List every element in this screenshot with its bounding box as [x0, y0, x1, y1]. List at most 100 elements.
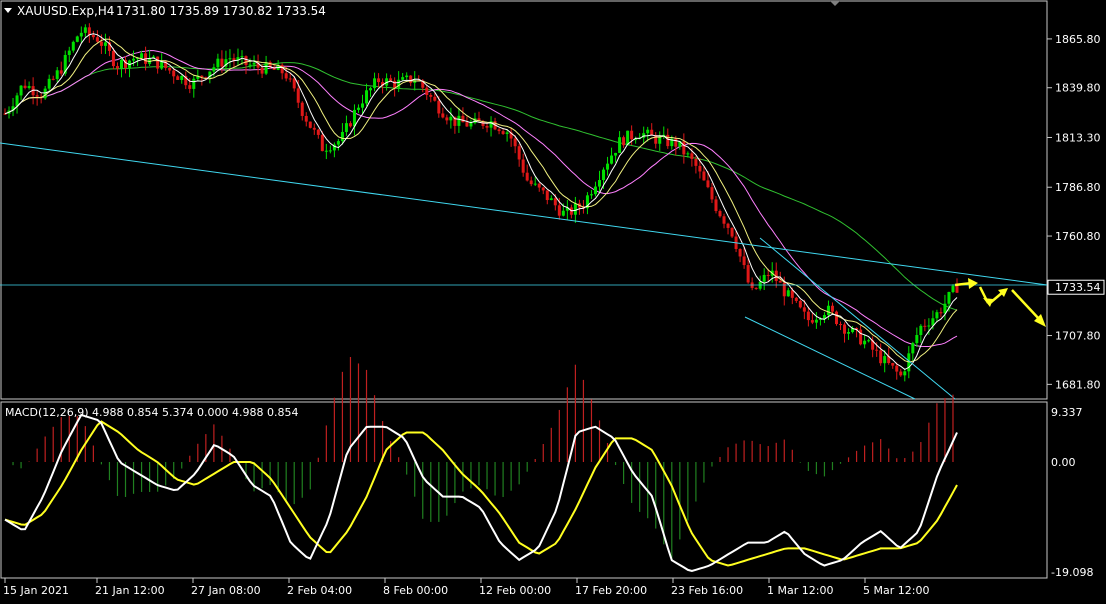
- macd-tick-label: 0.00: [1051, 456, 1076, 469]
- candle-body: [469, 123, 473, 127]
- candle-body: [915, 335, 919, 344]
- candle-body: [461, 115, 465, 123]
- candle-body: [794, 297, 798, 301]
- time-tick-label: 2 Feb 04:00: [287, 584, 352, 597]
- candle-body: [320, 134, 324, 152]
- candle-body: [955, 285, 959, 293]
- candle-body: [441, 113, 445, 118]
- candle-body: [762, 274, 766, 282]
- candle-body: [457, 115, 461, 126]
- candle-body: [702, 171, 706, 181]
- time-tick-label: 27 Jan 08:00: [191, 584, 261, 597]
- candle-body: [324, 150, 328, 152]
- price-tick-label: 1707.80: [1055, 330, 1101, 343]
- candle-body: [778, 281, 782, 283]
- candle-body: [690, 153, 694, 159]
- candle-body: [304, 115, 308, 122]
- candle-body: [361, 103, 365, 108]
- candle-body: [437, 100, 441, 114]
- candle-body: [814, 319, 818, 323]
- candle-body: [23, 85, 27, 88]
- candle-body: [606, 163, 610, 170]
- candle-body: [288, 78, 292, 80]
- candle-body: [240, 56, 244, 58]
- candle-body: [834, 311, 838, 325]
- candle-body: [300, 102, 304, 116]
- candle-body: [35, 95, 39, 97]
- candle-body: [188, 85, 192, 89]
- candle-body: [710, 187, 714, 200]
- current-price-label: 1733.54: [1055, 281, 1101, 294]
- candle-body: [377, 78, 381, 83]
- candle-body: [738, 249, 742, 257]
- candle-body: [212, 67, 216, 72]
- price-tick-label: 1865.80: [1055, 33, 1101, 46]
- candle-body: [87, 27, 91, 35]
- candle-body: [622, 137, 626, 146]
- candle-body: [766, 274, 770, 276]
- sma-slow-line: [4, 49, 958, 347]
- candle-body: [497, 129, 501, 132]
- candle-body: [802, 307, 806, 312]
- candle-body: [698, 165, 702, 172]
- candle-body: [59, 70, 63, 74]
- price-tick-label: 1681.80: [1055, 378, 1101, 391]
- candle-body: [525, 172, 529, 181]
- candle-body: [132, 58, 136, 61]
- axes: 1865.80 1839.80 1813.30 1786.80 1760.80 1707.…: [3, 33, 1105, 597]
- candle-body: [260, 67, 264, 74]
- candle-body: [686, 153, 690, 155]
- macd-main-line: [4, 413, 958, 573]
- candle-body: [19, 85, 23, 96]
- candle-body: [879, 350, 883, 364]
- candle-body: [465, 122, 469, 127]
- candle-body: [252, 62, 256, 65]
- forecast-arrow: [989, 291, 1004, 304]
- upper-channel-line: [759, 237, 956, 400]
- candle-body: [630, 130, 634, 140]
- candle-body: [742, 256, 746, 266]
- candle-body: [614, 152, 618, 156]
- candle-body: [168, 67, 172, 71]
- candle-body: [694, 158, 698, 166]
- candle-body: [839, 324, 843, 326]
- candle-body: [722, 216, 726, 224]
- candle-body: [650, 129, 654, 136]
- candle-body: [718, 211, 722, 217]
- macd-signal-line: [4, 420, 958, 567]
- candle-body: [911, 343, 915, 354]
- candle-body: [939, 312, 943, 314]
- candle-body: [561, 210, 565, 216]
- candle-body: [895, 365, 899, 372]
- candle-body: [618, 137, 622, 153]
- candle-body: [863, 340, 867, 345]
- candle-body: [549, 198, 553, 201]
- candle-body: [348, 123, 352, 127]
- sma-fast-line: [4, 33, 958, 370]
- candle-body: [156, 56, 160, 69]
- price-tick-label: 1813.30: [1055, 131, 1101, 144]
- candle-body: [883, 356, 887, 364]
- chart-shift-marker: [830, 1, 840, 6]
- candle-body: [429, 95, 433, 97]
- candle-body: [433, 96, 437, 101]
- candle-body: [541, 187, 545, 191]
- time-tick-label: 5 Mar 12:00: [863, 584, 929, 597]
- time-tick-label: 17 Feb 20:00: [575, 584, 647, 597]
- candle-body: [714, 199, 718, 212]
- candle-body: [951, 285, 955, 292]
- candle-body: [529, 180, 533, 185]
- candle-body: [847, 332, 851, 334]
- candle-body: [489, 121, 493, 128]
- candle-body: [593, 186, 597, 195]
- candle-body: [312, 127, 316, 130]
- candle-body: [903, 371, 907, 376]
- candle-body: [935, 312, 939, 319]
- time-tick-label: 21 Jan 12:00: [95, 584, 165, 597]
- candle-body: [172, 70, 176, 77]
- candle-body: [55, 70, 59, 79]
- candle-body: [140, 53, 144, 59]
- candle-body: [180, 75, 184, 80]
- candle-body: [790, 290, 794, 298]
- collapse-arrow-icon[interactable]: [4, 8, 12, 13]
